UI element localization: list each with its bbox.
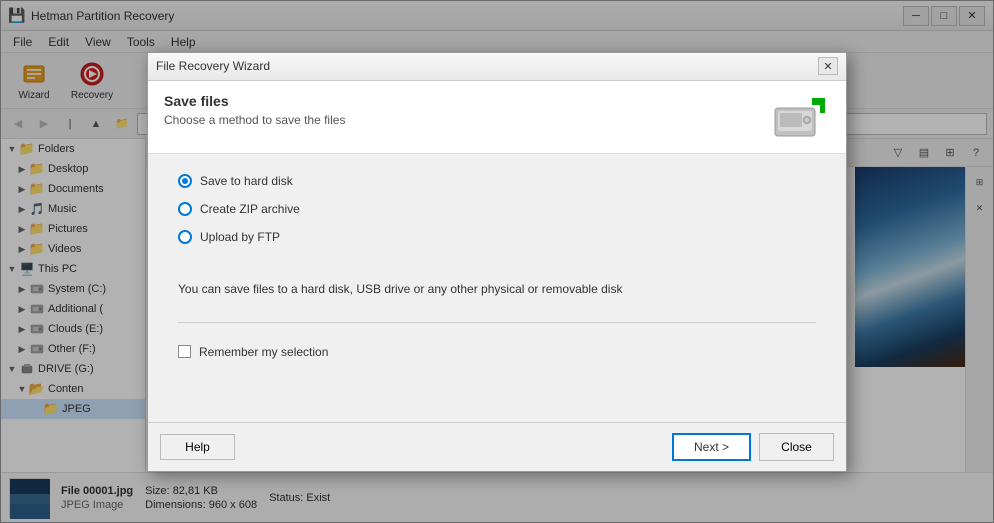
dialog-header-subtitle: Choose a method to save the files	[164, 113, 770, 127]
divider	[178, 322, 816, 323]
dialog-header-texts: Save files Choose a method to save the f…	[164, 93, 770, 127]
radio-ftp-label: Upload by FTP	[200, 230, 280, 244]
dialog-footer: Help Next > Close	[148, 422, 846, 471]
info-text: You can save files to a hard disk, USB d…	[178, 282, 816, 296]
dialog-header-title: Save files	[164, 93, 770, 109]
next-button[interactable]: Next >	[672, 433, 751, 461]
radio-zip-btn[interactable]	[178, 202, 192, 216]
remember-selection-row[interactable]: Remember my selection	[178, 345, 816, 359]
dialog-title: File Recovery Wizard	[156, 59, 818, 73]
remember-label: Remember my selection	[199, 345, 328, 359]
footer-left: Help	[160, 434, 235, 460]
radio-hdd-label: Save to hard disk	[200, 174, 293, 188]
save-files-icon	[770, 93, 830, 143]
dialog: File Recovery Wizard ✕ Save files Choose…	[147, 52, 847, 472]
info-section: You can save files to a hard disk, USB d…	[178, 274, 816, 304]
modal-overlay: File Recovery Wizard ✕ Save files Choose…	[0, 0, 994, 523]
footer-right: Next > Close	[672, 433, 834, 461]
dialog-close-button[interactable]: ✕	[818, 57, 838, 75]
remember-checkbox[interactable]	[178, 345, 191, 358]
app-window: 💾 Hetman Partition Recovery ─ □ ✕ File E…	[0, 0, 994, 523]
help-button[interactable]: Help	[160, 434, 235, 460]
dialog-body: Save to hard disk Create ZIP archive Upl…	[148, 154, 846, 422]
radio-zip-label: Create ZIP archive	[200, 202, 300, 216]
dialog-title-bar: File Recovery Wizard ✕	[148, 53, 846, 81]
dialog-close-btn[interactable]: Close	[759, 433, 834, 461]
dialog-header: Save files Choose a method to save the f…	[148, 81, 846, 154]
radio-create-zip[interactable]: Create ZIP archive	[178, 202, 816, 216]
radio-hdd-btn[interactable]	[178, 174, 192, 188]
radio-ftp-btn[interactable]	[178, 230, 192, 244]
radio-upload-ftp[interactable]: Upload by FTP	[178, 230, 816, 244]
radio-save-hdd[interactable]: Save to hard disk	[178, 174, 816, 188]
